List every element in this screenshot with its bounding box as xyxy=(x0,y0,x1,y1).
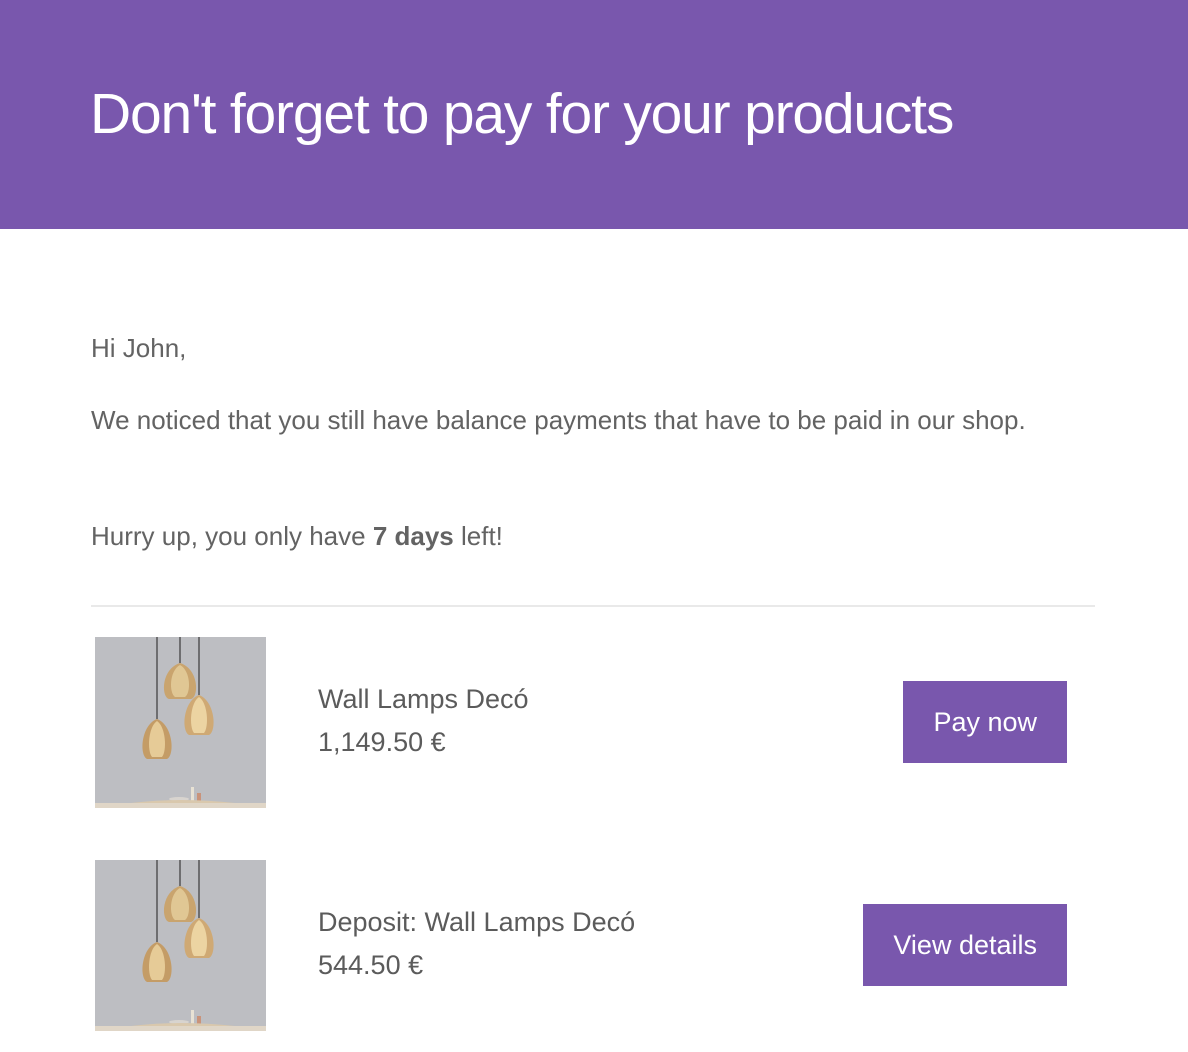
pendant-lamps-icon xyxy=(95,860,266,1031)
deadline-days: 7 days xyxy=(372,521,454,551)
divider xyxy=(91,605,1095,607)
product-row: Deposit: Wall Lamps Decó 544.50 € View d… xyxy=(95,860,1095,1031)
greeting-text: Hi John, xyxy=(91,333,187,363)
product-price: 544.50 € xyxy=(318,950,424,980)
deadline-text: Hurry up, you only have 7 days left! xyxy=(91,515,503,557)
email-title: Don't forget to pay for your products xyxy=(90,82,954,146)
product-name: Wall Lamps Decó xyxy=(318,684,529,714)
product-image xyxy=(95,860,266,1031)
product-row: Wall Lamps Decó 1,149.50 € Pay now xyxy=(95,637,1095,808)
pendant-lamps-icon xyxy=(95,637,266,808)
product-image xyxy=(95,637,266,808)
product-name: Deposit: Wall Lamps Decó xyxy=(318,907,636,937)
reminder-message: We noticed that you still have balance p… xyxy=(91,405,1026,435)
pay-now-button[interactable]: Pay now xyxy=(903,681,1067,763)
view-details-button[interactable]: View details xyxy=(863,904,1067,986)
deadline-suffix: left! xyxy=(453,521,503,551)
email-header: Don't forget to pay for your products xyxy=(0,0,1188,229)
product-price: 1,149.50 € xyxy=(318,727,446,757)
deadline-prefix: Hurry up, you only have xyxy=(91,521,373,551)
